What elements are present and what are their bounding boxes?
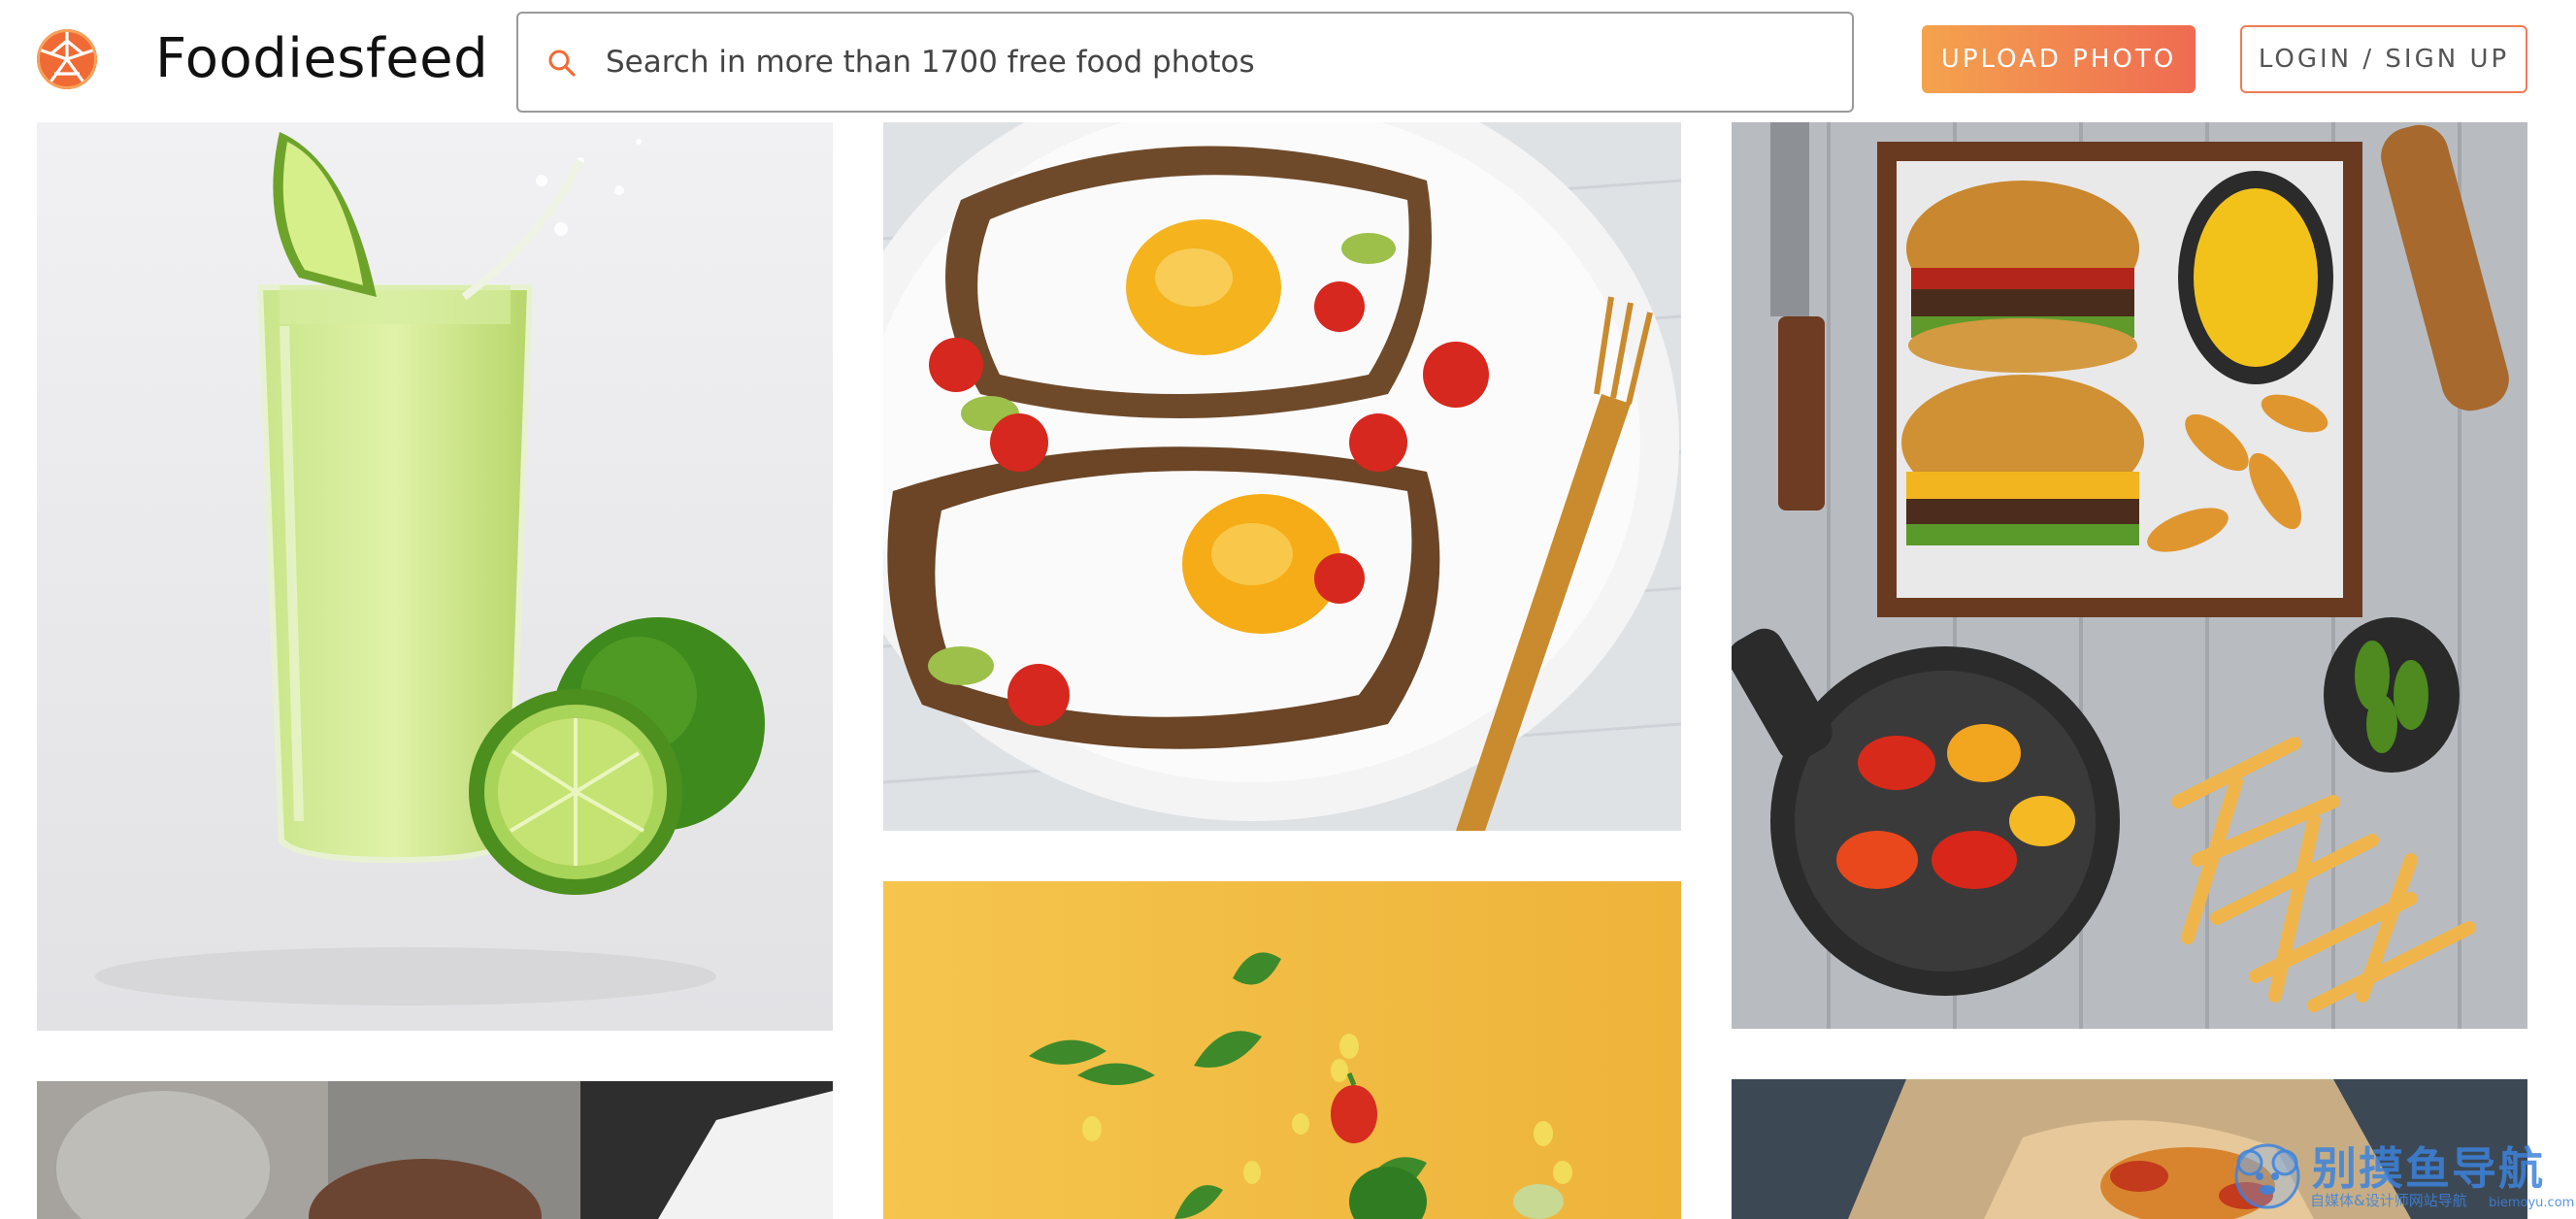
photo-card-dark-table[interactable]: [37, 1081, 833, 1219]
burgers-fries-image: [1732, 122, 2527, 1029]
egg-toast-image: [883, 122, 1681, 831]
lime-juice-image: [37, 122, 833, 1031]
watermark-title: 别摸鱼导航: [2312, 1142, 2545, 1195]
search-input[interactable]: [606, 16, 1829, 109]
search-icon: [548, 49, 576, 77]
search-bar[interactable]: [516, 12, 1854, 113]
mascot-icon: [2234, 1143, 2300, 1209]
watermark-subtitle: 自媒体&设计师网站导航: [2310, 1192, 2467, 1209]
photo-card-lime-juice[interactable]: [37, 122, 833, 1031]
brand-name[interactable]: Foodiesfeed: [155, 25, 488, 93]
dark-table-image: [37, 1081, 833, 1219]
upload-photo-button[interactable]: UPLOAD PHOTO: [1922, 25, 2196, 93]
login-signup-button[interactable]: LOGIN / SIGN UP: [2240, 25, 2527, 93]
photo-card-burgers-fries[interactable]: [1732, 122, 2527, 1029]
foodiesfeed-logo-icon[interactable]: [37, 29, 97, 89]
photo-card-egg-toast[interactable]: [883, 122, 1681, 831]
watermark: 别摸鱼导航 自媒体&设计师网站导航 biemoyu.com: [2229, 1134, 2574, 1215]
watermark-url: biemoyu.com: [2489, 1196, 2575, 1210]
top-nav: Foodiesfeed UPLOAD PHOTO LOGIN / SIGN UP: [0, 0, 2576, 122]
photo-card-flying-ingredients[interactable]: [883, 881, 1681, 1219]
flying-ingredients-image: [883, 881, 1681, 1219]
